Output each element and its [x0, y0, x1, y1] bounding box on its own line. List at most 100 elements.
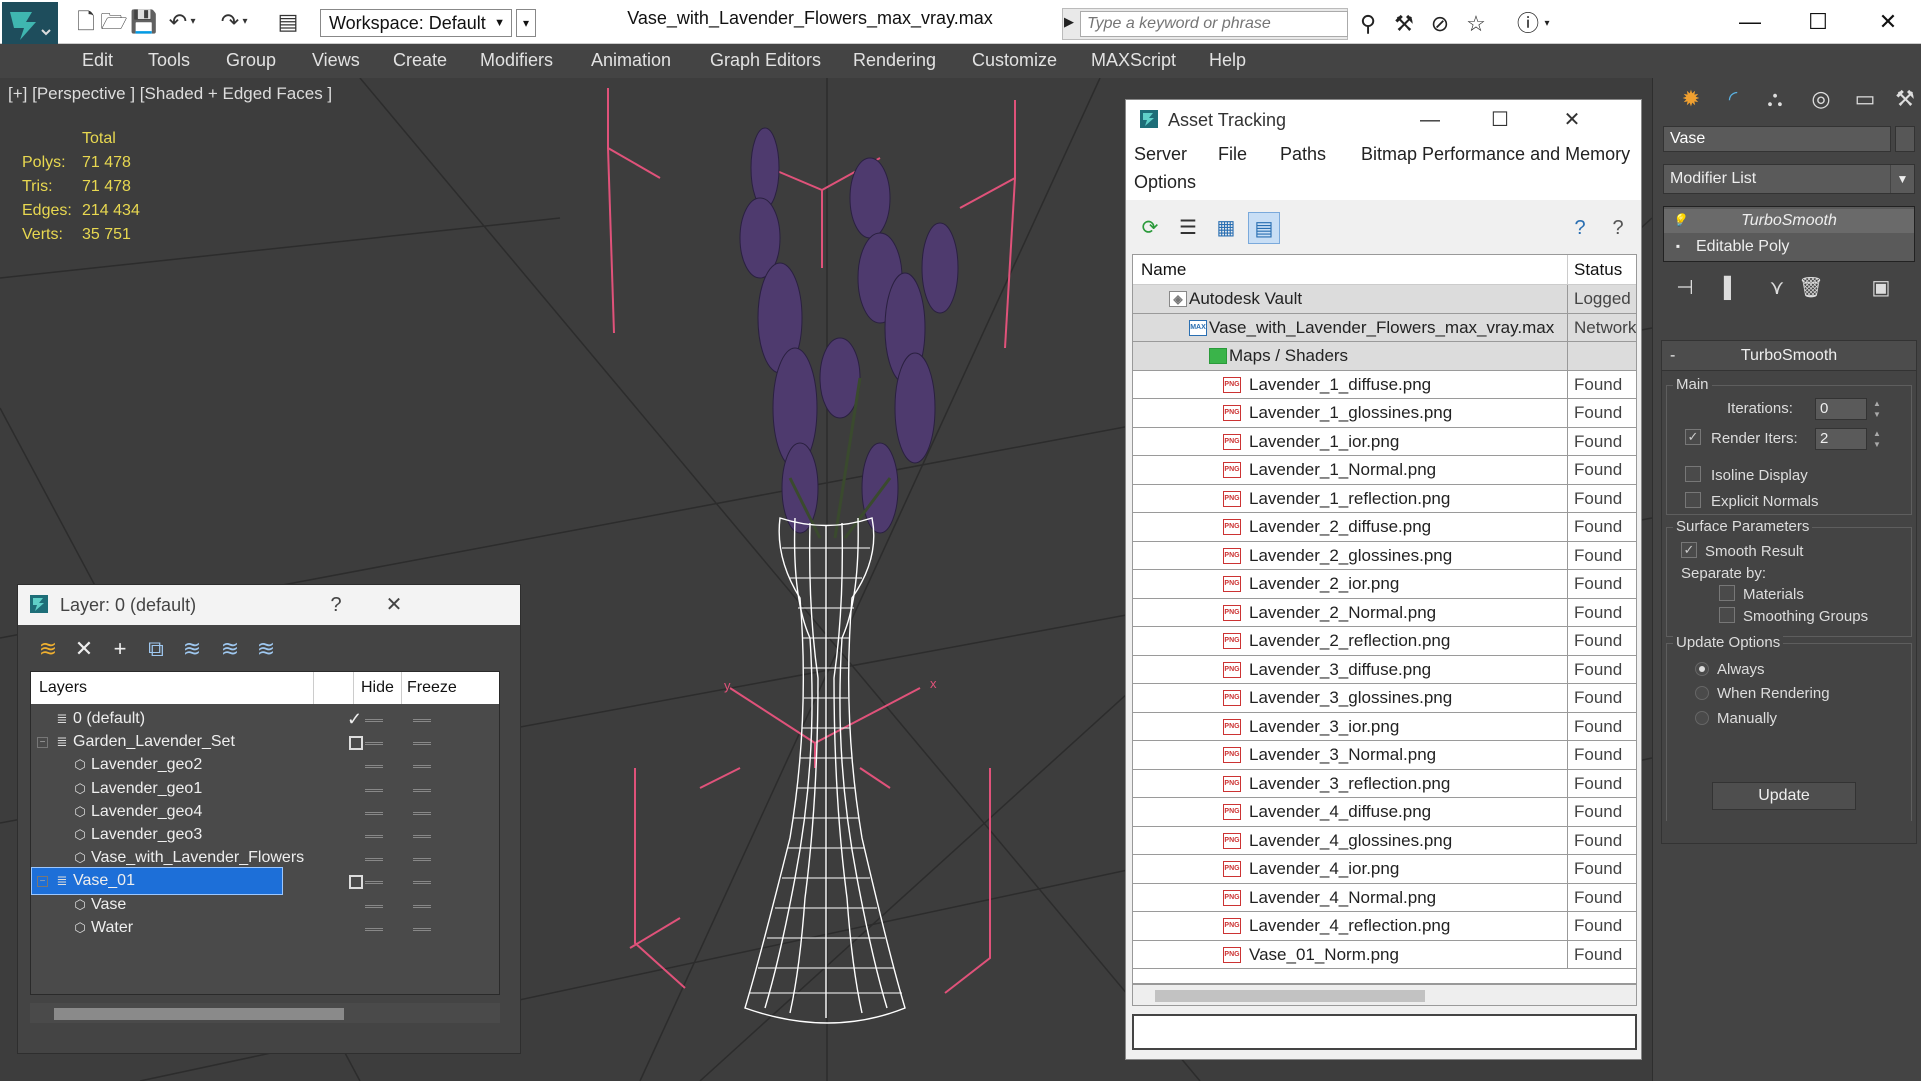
- menu-help[interactable]: Help: [1209, 50, 1246, 71]
- maximize-icon[interactable]: ☐: [1472, 104, 1528, 136]
- manually-radio[interactable]: [1695, 711, 1709, 725]
- configure-sets-icon[interactable]: ▣: [1865, 272, 1897, 304]
- column-freeze-header[interactable]: Freeze: [407, 679, 457, 697]
- asset-row[interactable]: PNG Lavender_4_Normal.png Found: [1133, 883, 1636, 912]
- menu-views[interactable]: Views: [312, 50, 360, 71]
- asset-row[interactable]: PNG Lavender_2_diffuse.png Found: [1133, 513, 1636, 542]
- asset-row[interactable]: PNG Lavender_2_reflection.png Found: [1133, 627, 1636, 656]
- menu-graph-editors[interactable]: Graph Editors: [710, 50, 821, 71]
- undo-dropdown-icon[interactable]: ▾: [186, 8, 200, 36]
- freeze-toggle-icon[interactable]: [413, 904, 431, 908]
- asset-row[interactable]: PNG Lavender_3_glossines.png Found: [1133, 684, 1636, 713]
- hide-toggle-icon[interactable]: [365, 904, 383, 908]
- add-to-layer-icon[interactable]: +: [104, 633, 136, 665]
- set-current-layer-box[interactable]: [349, 736, 363, 751]
- asset-menu-bitmap-performance[interactable]: Bitmap Performance and Memory: [1361, 144, 1630, 165]
- menu-rendering[interactable]: Rendering: [853, 50, 936, 71]
- hide-toggle-icon[interactable]: [365, 788, 383, 792]
- wrench-search-icon[interactable]: ⚒: [1390, 10, 1418, 38]
- asset-row[interactable]: PNG Lavender_3_Normal.png Found: [1133, 741, 1636, 770]
- freeze-toggle-icon[interactable]: [413, 811, 431, 815]
- render-iters-spinner[interactable]: 2: [1815, 428, 1867, 450]
- show-end-result-icon[interactable]: ▌: [1715, 272, 1747, 304]
- modifier-list-dropdown[interactable]: Modifier List ▼: [1663, 164, 1915, 194]
- new-file-icon[interactable]: 🗋: [72, 8, 100, 36]
- freeze-toggle-icon[interactable]: [413, 858, 431, 862]
- asset-row[interactable]: PNG Lavender_4_reflection.png Found: [1133, 912, 1636, 941]
- project-folder-icon[interactable]: ▤: [274, 8, 302, 36]
- close-icon[interactable]: ✕: [1544, 104, 1600, 136]
- menu-group[interactable]: Group: [226, 50, 276, 71]
- object-color-swatch[interactable]: [1895, 126, 1915, 152]
- stack-item-editable-poly[interactable]: ▪ Editable Poly: [1664, 235, 1914, 259]
- freeze-all-layers-icon[interactable]: ≋: [250, 633, 282, 665]
- freeze-toggle-icon[interactable]: [413, 765, 431, 769]
- asset-row[interactable]: MAX Vase_with_Lavender_Flowers_max_vray.m…: [1133, 313, 1636, 342]
- horizontal-scrollbar[interactable]: [30, 1003, 500, 1023]
- column-hide-header[interactable]: Hide: [361, 679, 394, 697]
- minimize-icon[interactable]: —: [1402, 104, 1458, 136]
- object-row[interactable]: ⬡ Water: [31, 914, 499, 943]
- spinner-arrows-icon[interactable]: ▲ ▼: [1871, 428, 1883, 450]
- iterations-spinner[interactable]: 0: [1815, 398, 1867, 420]
- asset-row[interactable]: PNG Lavender_3_ior.png Found: [1133, 712, 1636, 741]
- asset-row[interactable]: PNG Lavender_2_Normal.png Found: [1133, 598, 1636, 627]
- create-tab-icon[interactable]: ✹: [1673, 82, 1709, 116]
- asset-tracking-titlebar[interactable]: Asset Tracking — ☐ ✕: [1126, 100, 1641, 140]
- hide-toggle-icon[interactable]: [365, 811, 383, 815]
- collapse-toggle-icon[interactable]: −: [37, 876, 48, 888]
- menu-animation[interactable]: Animation: [591, 50, 671, 71]
- asset-menu-paths[interactable]: Paths: [1280, 144, 1326, 165]
- freeze-toggle-icon[interactable]: [413, 835, 431, 838]
- object-name-field[interactable]: Vase: [1663, 126, 1891, 152]
- asset-row[interactable]: PNG Lavender_1_Normal.png Found: [1133, 456, 1636, 485]
- maximize-icon[interactable]: ☐: [1790, 4, 1846, 40]
- hide-toggle-icon[interactable]: [365, 881, 383, 885]
- asset-menu-server[interactable]: Server: [1134, 144, 1187, 165]
- hide-toggle-icon[interactable]: [365, 858, 383, 862]
- asset-row[interactable]: PNG Lavender_1_reflection.png Found: [1133, 484, 1636, 513]
- asset-row[interactable]: PNG Lavender_1_ior.png Found: [1133, 427, 1636, 456]
- always-radio[interactable]: [1695, 662, 1709, 676]
- column-layers-header[interactable]: Layers: [39, 679, 87, 697]
- menu-customize[interactable]: Customize: [972, 50, 1057, 71]
- asset-row[interactable]: Maps / Shaders: [1133, 342, 1636, 371]
- help-icon[interactable]: ⓘ: [1514, 10, 1542, 38]
- pin-stack-icon[interactable]: ⊣: [1669, 272, 1701, 304]
- isoline-display-checkbox[interactable]: [1685, 466, 1701, 482]
- hide-toggle-icon[interactable]: [365, 719, 383, 722]
- remove-modifier-icon[interactable]: 🗑: [1795, 272, 1827, 304]
- spinner-arrows-icon[interactable]: ▲ ▼: [1871, 398, 1883, 420]
- layer-explorer-titlebar[interactable]: Layer: 0 (default) ? ✕: [18, 585, 520, 625]
- menu-create[interactable]: Create: [393, 50, 447, 71]
- asset-row[interactable]: PNG Lavender_4_diffuse.png Found: [1133, 798, 1636, 827]
- column-status-header[interactable]: Status: [1574, 260, 1622, 280]
- when-rendering-radio[interactable]: [1695, 686, 1709, 700]
- collapse-toggle-icon[interactable]: −: [37, 737, 48, 749]
- hide-toggle-icon[interactable]: [365, 927, 383, 931]
- help-icon[interactable]: ?: [1564, 212, 1596, 244]
- redo-dropdown-icon[interactable]: ▾: [238, 8, 252, 36]
- workspace-menu-icon[interactable]: ▾: [516, 9, 536, 37]
- create-layer-icon[interactable]: ≋: [32, 633, 64, 665]
- asset-row[interactable]: ◈ Autodesk Vault Logged: [1133, 285, 1636, 314]
- asset-status-field[interactable]: [1132, 1014, 1637, 1050]
- list-view-icon[interactable]: ☰: [1172, 212, 1204, 244]
- select-objects-icon[interactable]: ⧉: [140, 633, 172, 665]
- stack-item-turbosmooth[interactable]: 💡 TurboSmooth: [1664, 209, 1914, 233]
- search-expand-icon[interactable]: ▶: [1064, 14, 1074, 30]
- freeze-toggle-icon[interactable]: [413, 927, 431, 931]
- menu-tools[interactable]: Tools: [148, 50, 190, 71]
- make-unique-icon[interactable]: ⋎: [1761, 272, 1793, 304]
- open-file-icon[interactable]: 🗁: [100, 8, 128, 36]
- asset-row[interactable]: PNG Lavender_2_glossines.png Found: [1133, 541, 1636, 570]
- search-input[interactable]: [1080, 11, 1348, 37]
- asset-row[interactable]: PNG Lavender_1_diffuse.png Found: [1133, 370, 1636, 399]
- freeze-toggle-icon[interactable]: [413, 788, 431, 792]
- materials-checkbox[interactable]: [1719, 585, 1735, 601]
- utilities-tab-icon[interactable]: ⚒: [1887, 82, 1921, 116]
- rollout-header[interactable]: - TurboSmooth: [1662, 341, 1916, 371]
- viewport-label[interactable]: [+] [Perspective ] [Shaded + Edged Faces…: [8, 84, 332, 104]
- freeze-toggle-icon[interactable]: [413, 881, 431, 885]
- close-icon[interactable]: ✕: [1860, 4, 1916, 40]
